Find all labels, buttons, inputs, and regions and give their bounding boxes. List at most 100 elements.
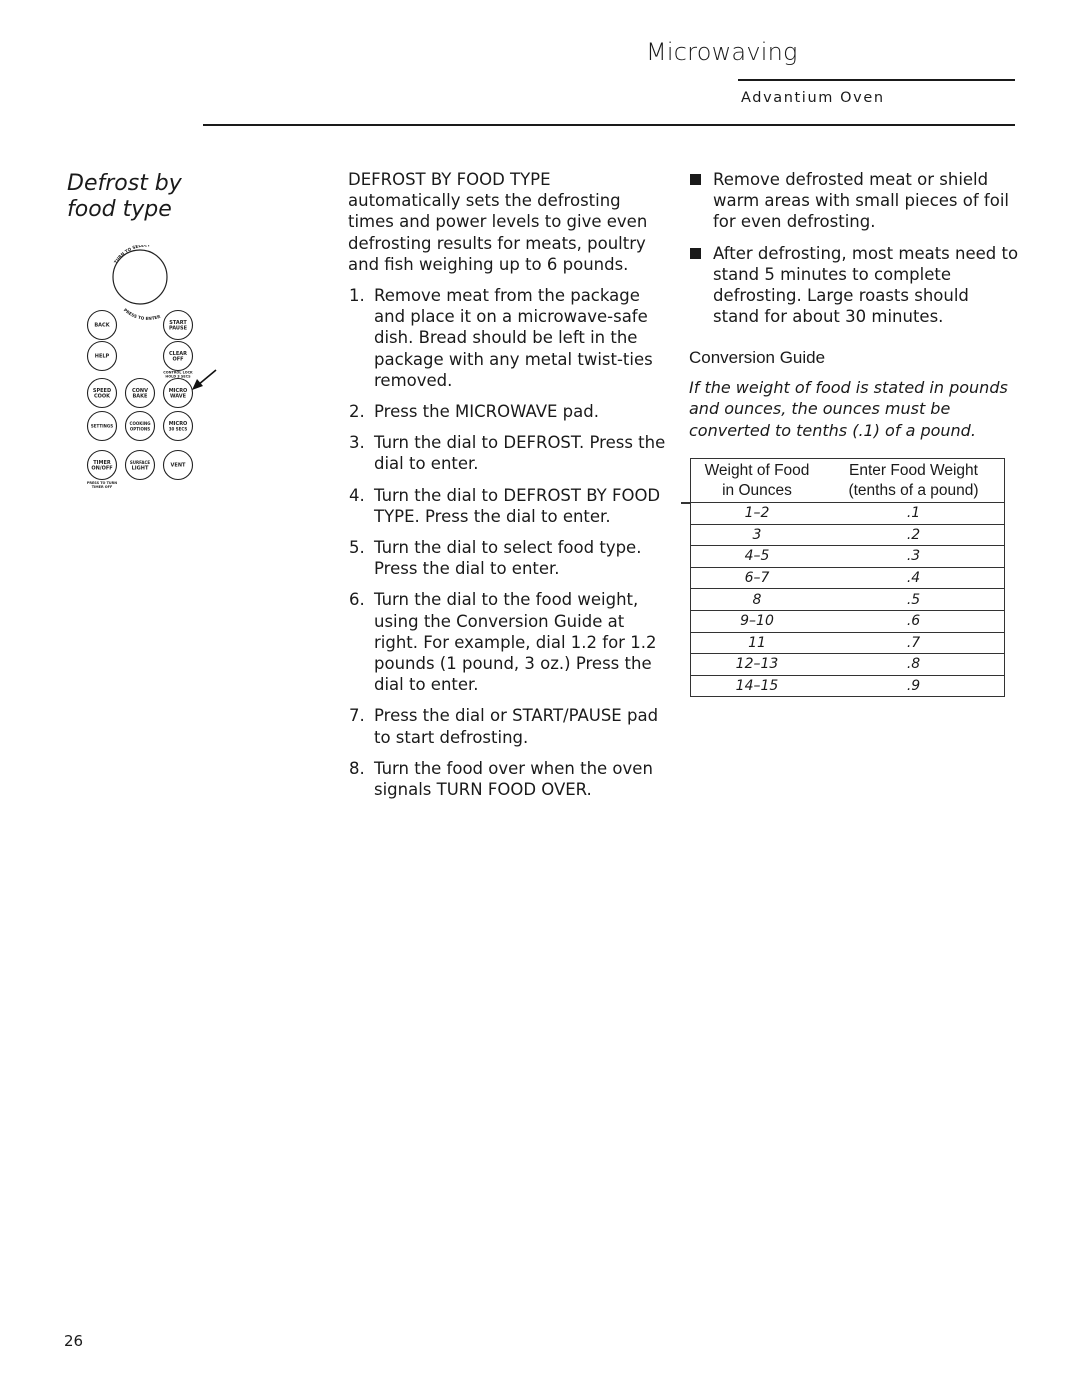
cell-ounces: 12–13 [690,653,823,676]
pad-timer: TIMERON/OFF [86,449,118,481]
cell-ounces: 14–15 [690,675,823,698]
step-number: 5. [349,538,365,558]
step-text: Press the dial or START/PAUSE pad to sta… [374,706,659,747]
cell-tenths: .5 [823,588,1005,611]
step-number: 8. [349,758,365,778]
table-row: 11.7 [690,632,1005,655]
step-item: 1. Remove meat from the package and place… [348,285,668,391]
table-row: 4–5.3 [690,545,1005,568]
pad-label-line2: WAVE [170,394,187,400]
pointer-arrow-icon [192,369,217,390]
pad-cooking-options: COOKINGOPTIONS [124,410,156,442]
pad-label-line2: COOK [94,394,111,400]
pad-label-line2: ON/OFF [91,466,112,472]
table-row: 12–13.8 [690,653,1005,676]
step-item: 4. Turn the dial to DEFROST BY FOOD TYPE.… [348,485,668,527]
step-text: Turn the food over when the oven signals… [374,758,653,800]
pad-start-pause: STARTPAUSE [162,309,194,341]
step-text: Remove meat from the package and place i… [374,286,653,390]
pad-note: HOLD 3 SECS [165,375,191,379]
pad-micro-30-secs: MICRO30 SECS [162,410,194,442]
tip-item: Remove defrosted meat or shield warm are… [689,169,1019,233]
table-row: 14–15.9 [690,675,1005,698]
column-header-tenths: Enter Food Weight (tenths of a pound) [823,458,1005,503]
pad-label-line2: PAUSE [169,326,188,332]
step-text: Press the MICROWAVE pad. [374,402,599,422]
step-text: Turn the dial to DEFROST. Press the dial… [374,433,666,474]
pad-help: HELP [86,340,118,372]
conversion-table: Weight of Food in Ounces Enter Food Weig… [690,458,1005,698]
cell-tenths: .4 [823,567,1005,590]
dial-top-label: TURN TO SELECT [113,245,150,264]
table-header-row: Weight of Food in Ounces Enter Food Weig… [690,458,1005,503]
pad-label-line1: VENT [171,463,186,469]
table-row: 8.5 [690,588,1005,611]
conversion-guide-heading: Conversion Guide [689,348,826,368]
page-number: 26 [64,1332,84,1350]
pad-surface-light: SURFACELIGHT [124,449,156,481]
pad-speed-cook: SPEEDCOOK [86,377,118,409]
table-row: 3.2 [690,524,1005,547]
cell-ounces: 8 [690,588,823,611]
tip-text: Remove defrosted meat or shield warm are… [713,170,1009,232]
tip-item: After defrosting, most meats need to sta… [689,243,1019,328]
cell-ounces: 11 [690,632,823,655]
dial-bottom-label: PRESS TO ENTER [123,307,162,321]
table-row: 1–2.1 [690,502,1005,525]
conversion-guide-note: If the weight of food is stated in pound… [689,377,1008,440]
step-number: 4. [349,485,365,505]
step-item: 3. Turn the dial to DEFROST. Press the di… [348,432,668,474]
step-number: 3. [349,433,365,453]
product-name: Advantium Oven [741,90,885,106]
pad-micro-wave: MICROWAVE [162,377,194,409]
cell-ounces: 3 [690,524,823,547]
pad-label-line1: HELP [95,354,110,360]
cell-ounces: 1–2 [690,502,823,525]
section-header-title: Microwaving [646,38,798,66]
page-title: Defrost by food type [67,171,182,223]
table-row: 6–7.4 [690,567,1005,590]
instructions-column: DEFROST BY FOOD TYPE automatically sets … [348,169,668,810]
pad-label-line2: LIGHT [132,466,149,472]
column-header-ounces: Weight of Food in Ounces [690,458,823,503]
square-bullet-icon [690,174,701,185]
cell-ounces: 4–5 [690,545,823,568]
pad-back: BACK [86,309,118,341]
cell-tenths: .7 [823,632,1005,655]
cell-tenths: .8 [823,653,1005,676]
header-rule-short [738,79,1015,81]
pad-label-line1: COOKING [130,421,151,426]
step-item: 2. Press the MICROWAVE pad. [348,401,668,422]
pad-clear-off: CLEAROFF [162,340,194,372]
cell-ounces: 9–10 [690,610,823,633]
cell-tenths: .1 [823,502,1005,525]
cell-tenths: .2 [823,524,1005,547]
pad-note: TIMER OFF [92,485,113,489]
pad-label-line2: BAKE [133,394,149,400]
pad-label-line2: 30 SECS [169,427,188,432]
tip-text: After defrosting, most meats need to sta… [713,243,1019,327]
steps-list: 1. Remove meat from the package and place… [348,285,668,800]
step-item: 7. Press the dial or START/PAUSE pad to s… [348,705,668,747]
pad-label-line1: BACK [94,323,110,329]
cell-tenths: .9 [823,675,1005,698]
intro-paragraph: DEFROST BY FOOD TYPE automatically sets … [348,170,648,274]
step-item: 6. Turn the dial to the food weight, usin… [348,589,668,695]
cell-tenths: .3 [823,545,1005,568]
pad-label-line2: OPTIONS [130,427,150,432]
square-bullet-icon [690,247,701,259]
select-dial: TURN TO SELECT PRESS TO ENTER [112,242,168,321]
tips-list: Remove defrosted meat or shield warm are… [689,169,1019,327]
table-row: 9–10.6 [690,610,1005,633]
step-text: Turn the dial to select food type. Press… [374,538,642,579]
step-item: 8. Turn the food over when the oven signa… [348,758,668,800]
pad-settings: SETTINGS [86,410,118,442]
cell-tenths: .6 [823,610,1005,633]
cell-ounces: 6–7 [690,567,823,590]
pad-label-line1: SURFACE [130,460,151,465]
pad-conv-bake: CONVBAKE [124,377,156,409]
step-number: 7. [349,706,365,726]
step-item: 5. Turn the dial to select food type. Pre… [348,537,668,579]
pad-label-line1: SETTINGS [91,424,113,429]
step-number: 2. [349,402,365,422]
